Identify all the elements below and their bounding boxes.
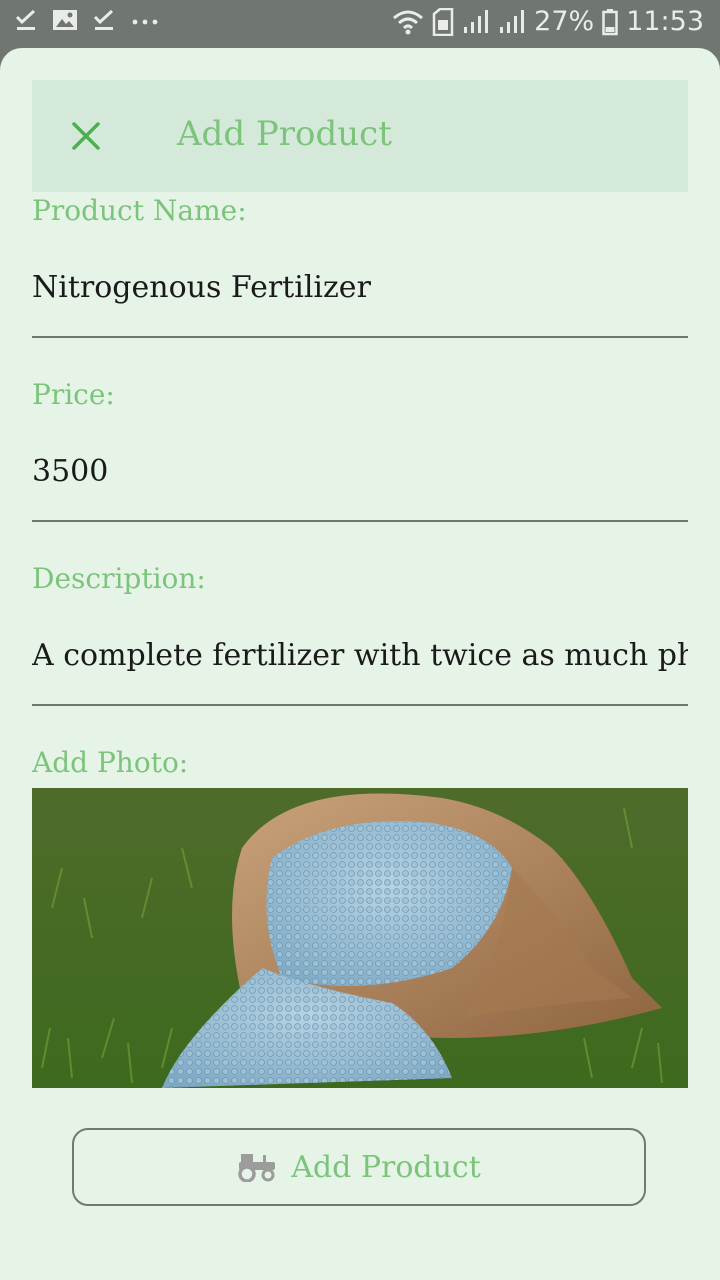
clock: 11:53	[626, 6, 704, 37]
product-name-label: Product Name:	[32, 194, 247, 227]
product-name-field[interactable]: Nitrogenous Fertilizer	[32, 268, 688, 308]
signal-icon	[464, 9, 489, 33]
price-label: Price:	[32, 378, 115, 411]
image-icon	[53, 10, 77, 30]
tractor-icon	[238, 1154, 276, 1182]
add-product-sheet: Add Product Product Name: Nitrogenous Fe…	[0, 48, 720, 1280]
description-label: Description:	[32, 562, 206, 595]
add-product-button-label: Add Product	[291, 1149, 481, 1185]
signal-icon	[500, 9, 525, 33]
add-photo-label: Add Photo:	[32, 746, 189, 779]
add-product-button[interactable]: Add Product	[72, 1128, 646, 1206]
checkmark-icon	[93, 9, 114, 30]
system-indicators: 27% 11:53	[392, 6, 704, 37]
more-dots-icon	[132, 19, 158, 25]
price-underline	[32, 520, 688, 522]
page-title: Add Product	[177, 114, 392, 154]
notification-icons	[14, 8, 160, 32]
status-bar: 27% 11:53	[0, 0, 720, 48]
product-photo[interactable]	[32, 788, 688, 1088]
description-underline	[32, 704, 688, 706]
sheet-header: Add Product	[32, 80, 688, 192]
description-field[interactable]: A complete fertilizer with twice as much…	[32, 636, 688, 676]
price-field[interactable]: 3500	[32, 452, 688, 492]
product-name-underline	[32, 336, 688, 338]
checkmark-icon	[15, 9, 36, 30]
sim-icon	[432, 7, 454, 36]
battery-icon	[602, 8, 618, 35]
battery-percentage: 27%	[534, 6, 595, 37]
wifi-icon	[393, 10, 424, 34]
close-icon[interactable]	[70, 120, 102, 152]
